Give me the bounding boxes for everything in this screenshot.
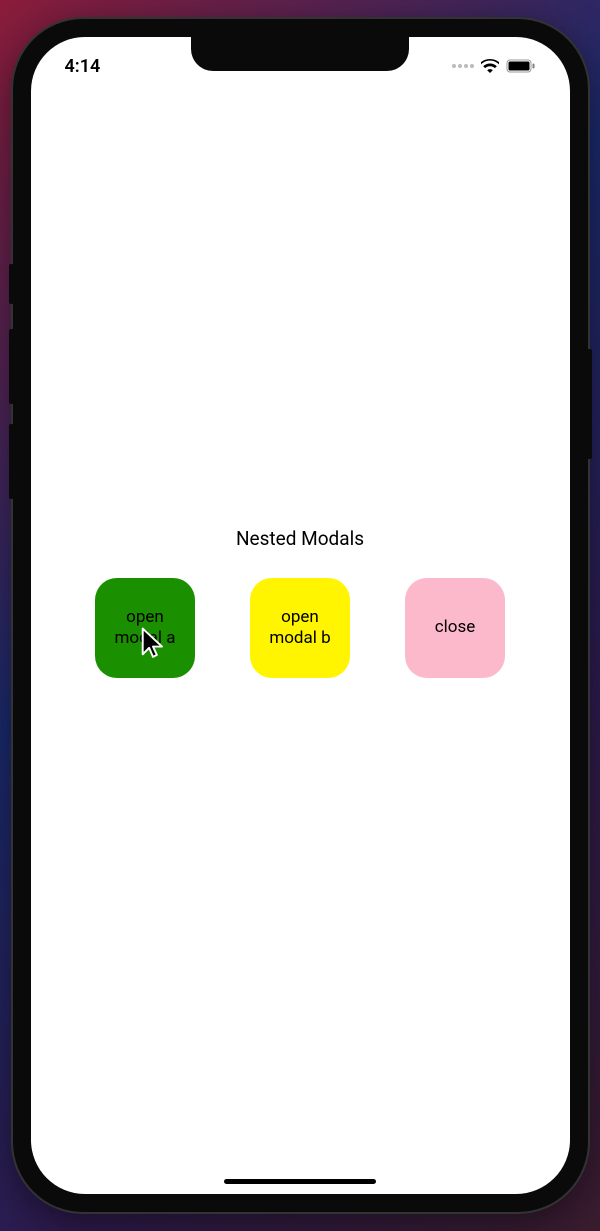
wifi-icon [481, 59, 499, 73]
device-notch [191, 37, 409, 71]
iphone-device-frame: 4:14 Nes [13, 19, 588, 1212]
button-label: open modal a [103, 607, 187, 650]
button-label: close [435, 617, 476, 638]
cellular-signal-icon [452, 64, 474, 68]
power-button [588, 349, 592, 459]
device-screen: 4:14 Nes [31, 37, 570, 1194]
status-time: 4:14 [65, 56, 101, 77]
page-title: Nested Modals [31, 527, 570, 550]
open-modal-b-button[interactable]: open modal b [250, 578, 350, 678]
open-modal-a-button[interactable]: open modal a [95, 578, 195, 678]
volume-down-button [9, 424, 13, 499]
app-content: Nested Modals open modal a open modal b … [31, 37, 570, 1194]
battery-icon [506, 59, 536, 73]
home-indicator[interactable] [224, 1179, 376, 1184]
silent-switch [9, 264, 13, 304]
volume-up-button [9, 329, 13, 404]
button-label: open modal b [258, 607, 342, 650]
buttons-row: open modal a open modal b close [31, 578, 570, 678]
close-button[interactable]: close [405, 578, 505, 678]
status-icons [452, 59, 536, 73]
